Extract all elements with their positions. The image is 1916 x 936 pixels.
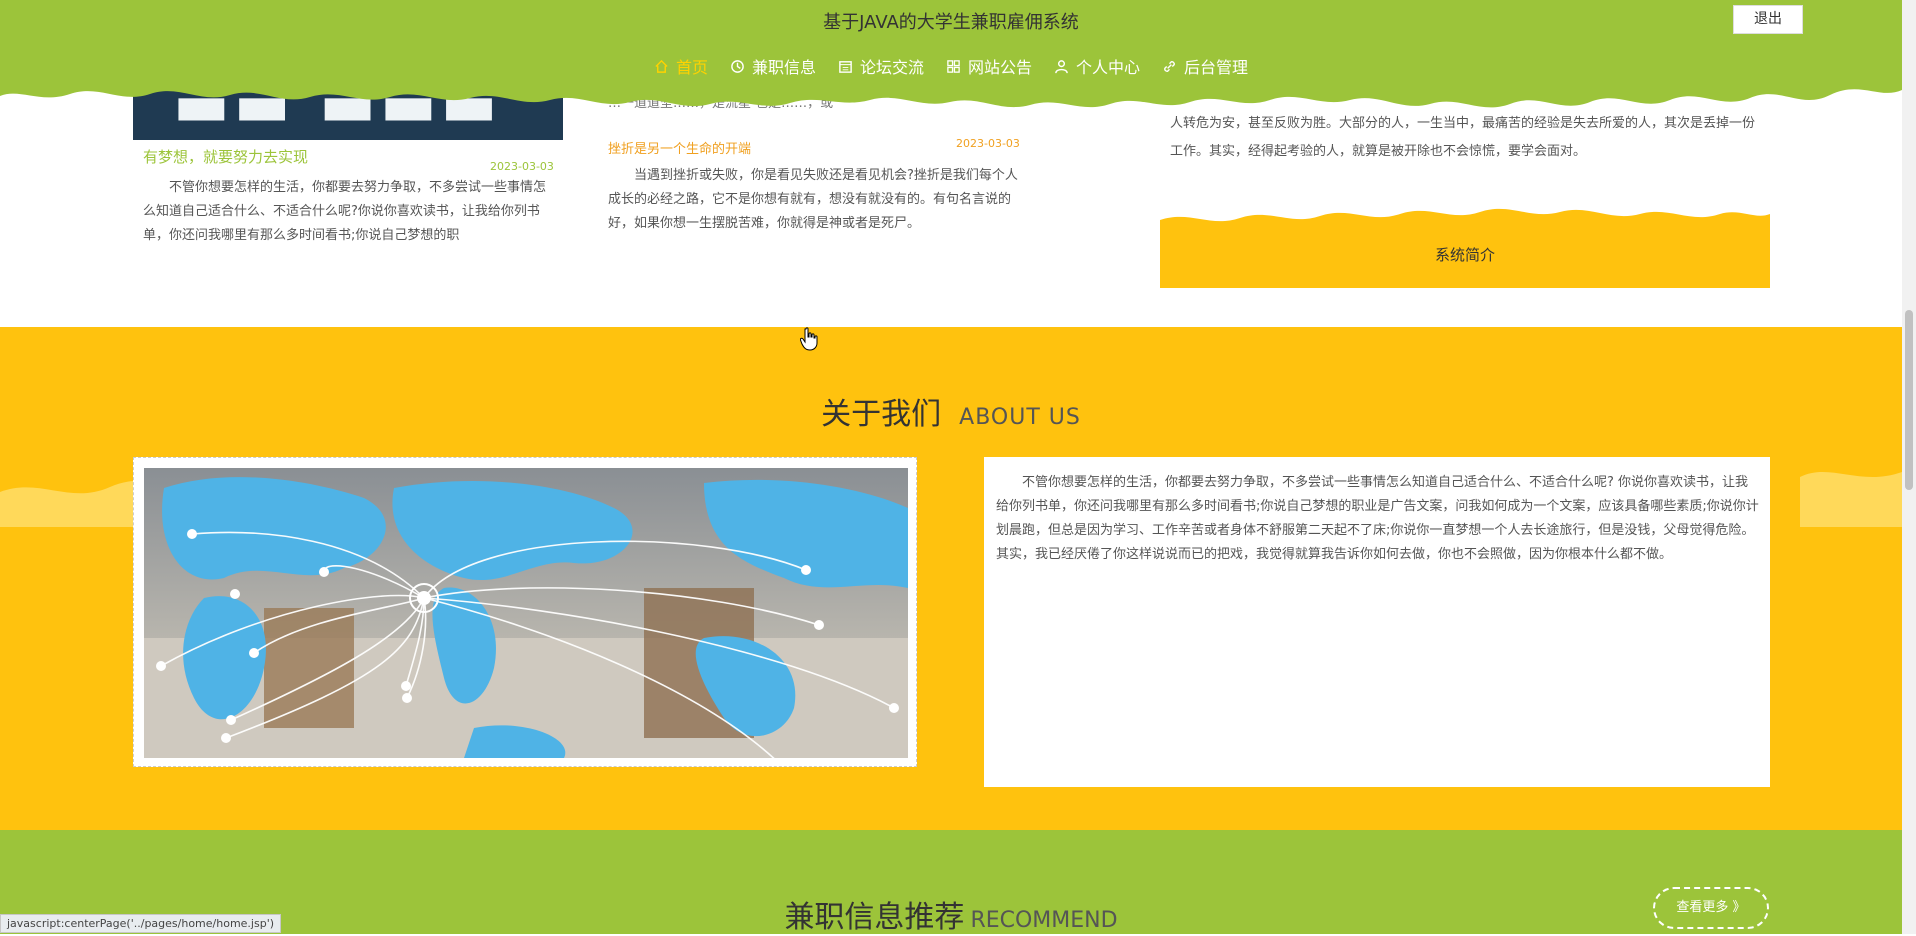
world-map-network-image [144,468,908,758]
system-intro-label: 系统简介 [1434,246,1495,264]
nav-label: 兼职信息 [751,58,816,77]
nav-item-forum[interactable]: 论坛交流 [838,54,924,78]
about-section: 关于我们 ABOUT US 不管你想要怎样的生活，你都要去努力争取，不多尝试一些… [0,327,1902,830]
card1-date: 2023-03-03 [490,160,554,173]
nav-label: 网站公告 [968,58,1033,77]
card2-title[interactable]: 挫折是另一个生命的开端 [608,138,751,157]
card1-text: 不管你想要怎样的生活，你都要去努力争取，不多尝试一些事情怎么知道自己适合什么、不… [143,180,547,243]
calendar-icon [839,60,852,73]
scrollbar-thumb[interactable] [1905,310,1913,490]
about-text: 不管你想要怎样的生活，你都要去努力争取，不多尝试一些事情怎么知道自己适合什么、不… [996,475,1759,562]
recommend-title-cn: 兼职信息推荐 [784,900,965,935]
nav-item-jobs[interactable]: 兼职信息 [730,54,816,78]
nav-item-admin[interactable]: 后台管理 [1162,54,1248,78]
browser-status-bar: javascript:centerPage('../pages/home/hom… [0,914,282,933]
nav-item-notice[interactable]: 网站公告 [946,54,1032,78]
about-heading: 关于我们 ABOUT US [0,389,1902,433]
site-title: 基于JAVA的大学生兼职雇佣系统 [823,12,1079,33]
page-scrollbar[interactable] [1902,0,1916,934]
about-image [144,468,908,758]
card2-date: 2023-03-03 [956,137,1020,150]
nav-item-home[interactable]: 首页 [654,54,708,78]
link-icon [1164,60,1175,72]
system-intro-tab[interactable]: 系统简介 [1160,200,1770,288]
site-header: 基于JAVA的大学生兼职雇佣系统 退出 首页 兼职信息 论坛交流 网站公告 个人… [0,0,1902,120]
hand-cursor-icon [800,327,818,351]
recommend-heading: 兼职信息推荐 RECOMMEND [0,892,1902,936]
nav-label: 首页 [675,58,708,77]
main-nav: 首页 兼职信息 论坛交流 网站公告 个人中心 后台管理 [0,54,1902,78]
nav-label: 后台管理 [1184,58,1249,77]
recommend-title-en: RECOMMEND [970,908,1118,933]
recommend-section: 兼职信息推荐 RECOMMEND 查看更多 》 [0,830,1902,936]
user-icon [1055,59,1068,73]
card2-text: 当遇到挫折或失败，你是看见失败还是看见机会?挫折是我们每个人成长的必经之路，它不… [608,168,1018,231]
about-title-en: ABOUT US [959,405,1081,430]
nav-label: 论坛交流 [859,58,924,77]
about-title-cn: 关于我们 [821,397,942,432]
about-image-frame [133,457,917,767]
logout-button[interactable]: 退出 [1733,5,1803,34]
nav-item-profile[interactable]: 个人中心 [1054,54,1140,78]
clock-icon [731,59,744,73]
home-icon [655,59,668,73]
card1-title[interactable]: 有梦想，就要努力去实现 [143,146,308,167]
about-text-box: 不管你想要怎样的生活，你都要去努力争取，不多尝试一些事情怎么知道自己适合什么、不… [984,457,1770,787]
grid-icon [947,59,960,73]
nav-label: 个人中心 [1076,58,1141,77]
view-more-button[interactable]: 查看更多 》 [1653,887,1769,929]
